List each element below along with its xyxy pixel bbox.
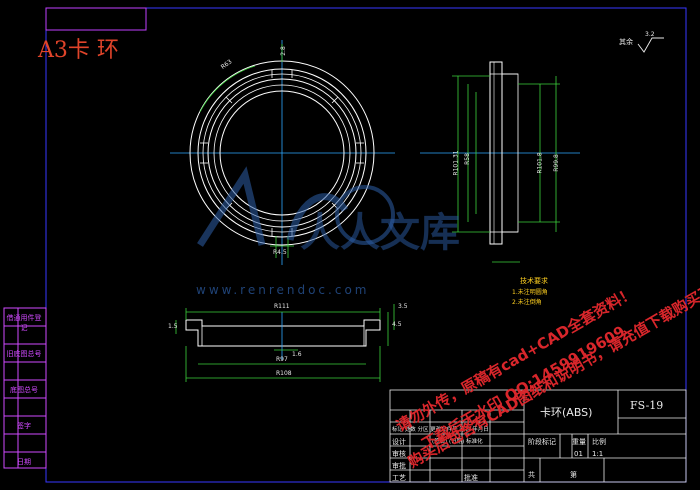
sheet-value: 01	[574, 450, 583, 458]
watermark-url: www.renrendoc.com	[196, 283, 370, 297]
side-dim-4: R99.8	[552, 154, 560, 172]
approval-row: 审批	[392, 462, 406, 470]
stage-label: 阶段标记	[528, 438, 556, 446]
scale-value: 1:1	[592, 450, 604, 458]
section-mid-dim: 1.6	[292, 351, 302, 358]
drawing-number: FS-19	[630, 399, 664, 412]
front-top-dim: 2.8	[279, 46, 287, 56]
strip-label-1: 借通用件登记	[6, 314, 42, 332]
roughness-label: 其余	[619, 38, 633, 46]
strip-label-4: 签字	[17, 422, 31, 430]
code-box	[45, 7, 147, 31]
roughness-symbol	[637, 37, 664, 53]
watermark-site-name: 人人文库	[300, 210, 460, 256]
cad-drawing-canvas: A3卡 环 其余 3.2 2.8 R63 R4.5 R101.31 R58 R1…	[0, 0, 700, 490]
tech-notes-title: 技术要求	[520, 277, 548, 285]
side-dim-2: R58	[463, 153, 471, 165]
roughness-value: 3.2	[645, 31, 655, 38]
section-right-dim-1: 4.5	[392, 321, 402, 328]
tech-notes-line-1: 1.未注明圆角	[512, 289, 548, 296]
sheets-label: 共	[528, 471, 535, 479]
front-bottom-dim: R4.5	[273, 249, 287, 256]
designer-row: 设计	[392, 438, 406, 446]
part-name: 卡环(ABS)	[540, 406, 593, 419]
strip-label-3: 底图总号	[10, 386, 38, 394]
ratify-row: 批准	[464, 474, 478, 482]
section-top-dim: R111	[274, 303, 290, 310]
section-left-dim: 1.5	[168, 323, 178, 330]
drawing-code-label: A3卡 环	[38, 38, 119, 63]
section-bottom-dim-1: R97	[276, 356, 288, 363]
strip-label-5: 日期	[17, 458, 31, 466]
sheet-label: 第	[570, 471, 577, 479]
section-bottom-dim-2: R108	[276, 370, 292, 377]
weight-label: 重量	[572, 438, 586, 446]
side-dim-3: R101.8	[536, 152, 544, 174]
tech-notes-line-2: 2.未注倒角	[512, 299, 542, 306]
scale-label: 比例	[592, 438, 606, 446]
strip-label-2: 旧底图总号	[6, 350, 42, 358]
section-right-dim-2: 3.5	[398, 303, 408, 310]
side-dim-1: R101.31	[452, 150, 460, 176]
process-row: 工艺	[392, 474, 406, 482]
